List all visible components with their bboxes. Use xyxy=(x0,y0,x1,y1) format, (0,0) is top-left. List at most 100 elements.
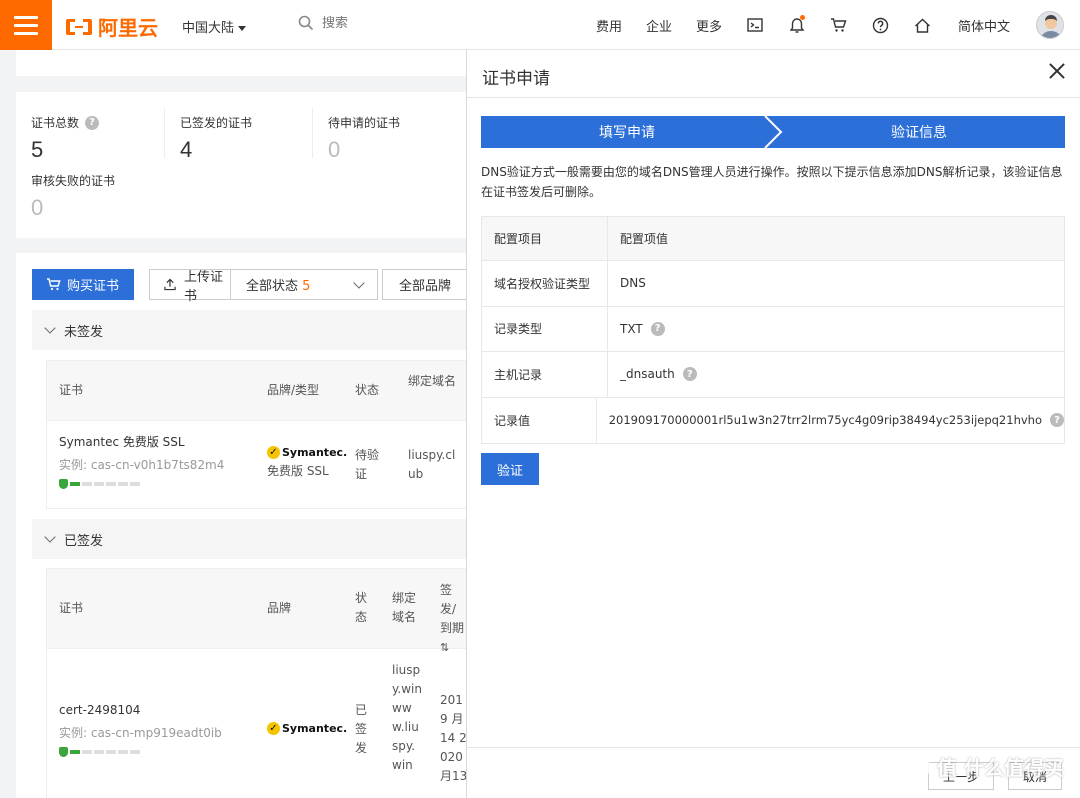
cert-instance: 实例: cas-cn-v0h1b7ts82m4 xyxy=(59,458,225,472)
watermark-text: 值 什么值得买 xyxy=(937,756,1064,780)
signed-table: 证书 品牌 状态 绑定域名 签发/到期 ⇅ cert-2498104 实例: ca… xyxy=(46,568,476,798)
col-config-item: 配置项目 xyxy=(482,217,608,260)
stat-pending-value: 0 xyxy=(328,137,341,162)
row-label: 记录值 xyxy=(482,397,597,443)
row-label: 记录类型 xyxy=(482,306,608,351)
table-row: 主机记录 _dnsauth? xyxy=(482,352,1064,398)
dns-description: DNS验证方式一般需要由您的域名DNS管理人员进行操作。按照以下提示信息添加DN… xyxy=(481,165,1063,199)
chevron-down-icon xyxy=(44,531,56,543)
brand-logo[interactable]: 阿里云 xyxy=(64,12,158,41)
home-icon xyxy=(915,18,931,33)
upload-certificate-button[interactable]: 上传证书 xyxy=(149,269,233,304)
status-filter-label: 全部状态 xyxy=(246,279,299,294)
cert-level-bar xyxy=(59,479,224,489)
buy-certificate-button[interactable]: 购买证书 xyxy=(32,269,134,300)
cert-status: 待验证 xyxy=(355,448,380,481)
terminal-icon xyxy=(747,18,763,32)
close-icon[interactable] xyxy=(1048,62,1066,80)
region-label: 中国大陆 xyxy=(182,21,235,36)
row-label: 域名授权验证类型 xyxy=(482,261,608,306)
nav-billing[interactable]: 费用 xyxy=(584,16,634,35)
search-icon xyxy=(298,15,314,31)
notification-dot xyxy=(799,15,805,20)
upload-icon xyxy=(164,278,176,291)
upload-label: 上传证书 xyxy=(184,269,224,304)
divider xyxy=(164,108,165,158)
user-avatar[interactable] xyxy=(1036,11,1064,39)
help-icon[interactable]: ? xyxy=(650,321,665,336)
group-signed-toggle[interactable]: 已签发 xyxy=(32,519,476,559)
table-header: 证书 品牌/类型 状态 绑定域名 xyxy=(47,361,475,421)
cert-domain: liuspy.win www.liuspy.win xyxy=(392,663,422,772)
help-icon[interactable]: ? xyxy=(1050,413,1064,428)
row-label: 主机记录 xyxy=(482,352,608,397)
cert-level-bar xyxy=(59,747,222,757)
caret-down-icon xyxy=(238,26,247,31)
brand-cell: ✓ Symantec. 免费版 SSL xyxy=(267,443,347,481)
stat-total: 证书总数? 5 xyxy=(31,114,100,163)
nav-more[interactable]: 更多 xyxy=(684,16,734,35)
help-icon[interactable]: ? xyxy=(682,367,697,382)
search-input[interactable] xyxy=(322,15,522,31)
notifications-button[interactable] xyxy=(776,0,818,50)
table-row: 记录值 201909170000001rl5u1w3n27trr2lrm75yc… xyxy=(482,397,1064,443)
search-box[interactable] xyxy=(298,15,522,31)
terminal-button[interactable] xyxy=(734,0,776,50)
col-certificate: 证书 xyxy=(59,383,84,397)
stat-issued-label: 已签发的证书 xyxy=(180,116,253,130)
step-fill-application: 填写申请 xyxy=(599,125,655,141)
cart-button[interactable] xyxy=(818,0,860,50)
status-filter-select[interactable]: 全部状态 5 xyxy=(230,269,378,300)
cert-name[interactable]: cert-2498104 xyxy=(59,701,222,720)
row-value: DNS xyxy=(620,276,646,291)
row-value-cell: TXT? xyxy=(608,321,1064,336)
row-value-cell: DNS xyxy=(608,276,1064,290)
question-circle-icon xyxy=(873,17,889,33)
col-brand-type: 品牌/类型 xyxy=(267,383,320,397)
chevron-down-icon xyxy=(44,322,56,334)
watermark: 值 什么值得买 xyxy=(903,752,1064,781)
avatar-icon xyxy=(1040,15,1062,38)
verify-button[interactable]: 验证 xyxy=(481,453,539,485)
table-row: cert-2498104 实例: cas-cn-mp919eadt0ib ✓ Sy… xyxy=(47,649,475,798)
cert-instance: 实例: cas-cn-mp919eadt0ib xyxy=(59,726,222,740)
help-button[interactable] xyxy=(860,0,902,50)
col-config-value: 配置项值 xyxy=(620,232,669,246)
step-arrow-icon xyxy=(764,116,783,148)
col-status: 状态 xyxy=(355,591,368,624)
group-signed-label: 已签发 xyxy=(64,533,104,549)
stat-pending-label: 待申请的证书 xyxy=(328,116,401,130)
stat-issued-value: 4 xyxy=(180,137,193,162)
region-selector[interactable]: 中国大陆 xyxy=(182,17,247,36)
col-status: 状态 xyxy=(355,383,380,397)
row-value: 201909170000001rl5u1w3n27trr2lrm75yc4g09… xyxy=(608,413,1042,428)
stat-failed-label: 审核失败的证书 xyxy=(31,174,116,188)
help-icon[interactable]: ? xyxy=(85,115,100,130)
group-unsigned-toggle[interactable]: 未签发 xyxy=(32,310,476,350)
checkmark-icon: ✓ xyxy=(267,722,280,735)
table-header: 配置项目 配置项值 xyxy=(482,217,1064,261)
stat-failed-value: 0 xyxy=(31,195,44,220)
top-nav: 费用 企业 更多 简体中文 xyxy=(584,0,1064,50)
nav-enterprise[interactable]: 企业 xyxy=(634,16,684,35)
brand-cell: ✓ Symantec. xyxy=(267,719,347,738)
home-button[interactable] xyxy=(902,0,944,50)
smzdm-logo-icon xyxy=(903,753,931,780)
col-dates[interactable]: 签发/到期 ⇅ xyxy=(440,581,468,657)
stat-pending: 待申请的证书 0 xyxy=(328,114,400,163)
certificate-application-drawer: 证书申请 填写申请 验证信息 DNS验证方式一般需要由您的域名DNS管理人员进行… xyxy=(467,50,1080,798)
cert-status: 已签发 xyxy=(355,703,368,755)
col-certificate: 证书 xyxy=(59,601,84,615)
col-domain: 绑定域名 xyxy=(392,591,417,624)
dns-config-table: 配置项目 配置项值 域名授权验证类型 DNS 记录类型 TXT? 主机记录 _d… xyxy=(481,216,1065,444)
cert-name[interactable]: Symantec 免费版 SSL xyxy=(59,433,224,452)
language-switcher[interactable]: 简体中文 xyxy=(944,16,1024,35)
cert-dates: 2019 月14 2020 月13 xyxy=(440,693,468,783)
symantec-logo: ✓ Symantec. xyxy=(267,443,347,462)
stats-panel: 证书总数? 5 已签发的证书 4 待申请的证书 0 审核失败的证书 0 xyxy=(16,92,476,238)
group-unsigned-label: 未签发 xyxy=(64,324,104,340)
cert-name-cell: Symantec 免费版 SSL 实例: cas-cn-v0h1b7ts82m4 xyxy=(59,433,224,489)
table-row: 域名授权验证类型 DNS xyxy=(482,261,1064,307)
hamburger-menu-button[interactable] xyxy=(0,0,52,50)
brand-filter-select[interactable]: 全部品牌 xyxy=(382,269,472,300)
